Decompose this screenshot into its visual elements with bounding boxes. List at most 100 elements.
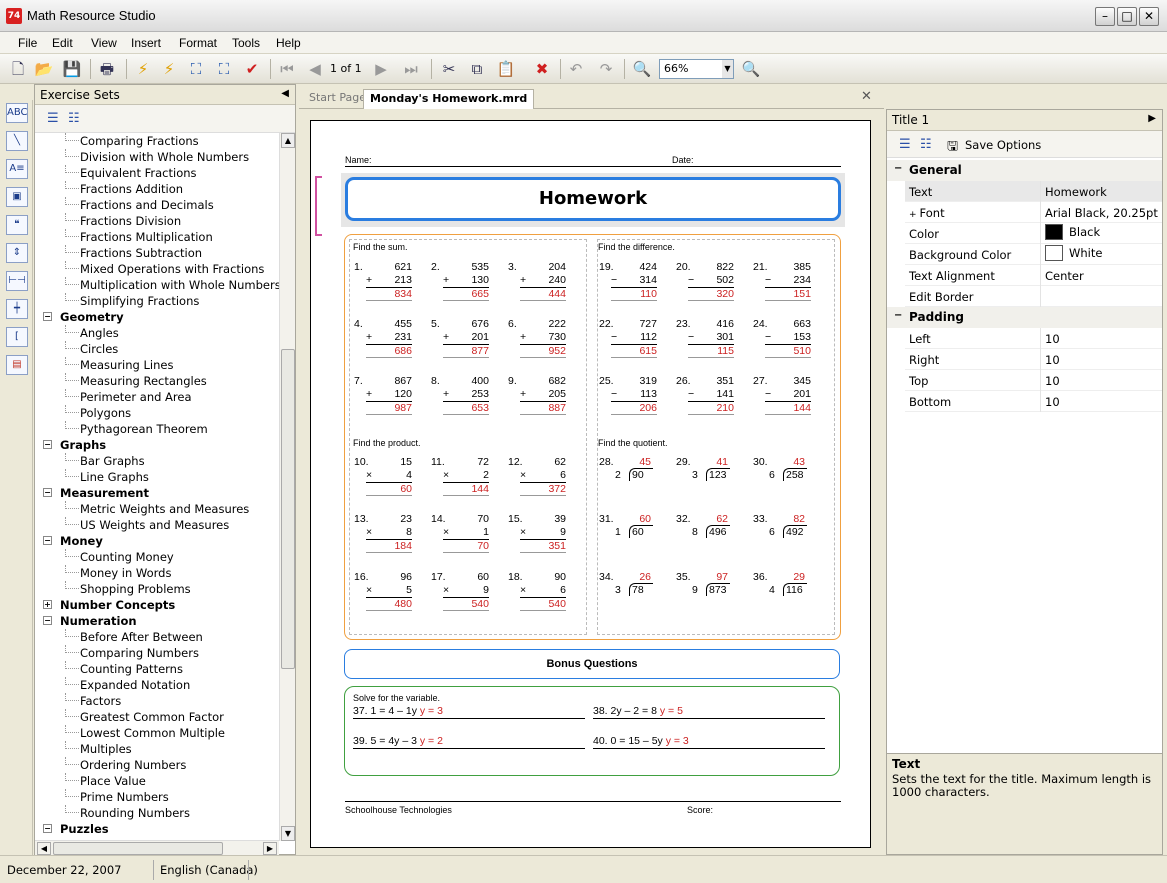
selection-bracket: [315, 176, 322, 236]
insert-text-icon[interactable]: ABC: [6, 103, 28, 123]
property-row[interactable]: Right 10: [905, 349, 1162, 370]
insert-table-icon[interactable]: ▤: [6, 355, 28, 375]
tree-horizontal-scrollbar[interactable]: ◀ ▶: [35, 840, 279, 855]
page-counter: 1 of 1: [330, 62, 362, 75]
minimize-button[interactable]: –: [1095, 7, 1115, 26]
panel-header: Exercise Sets ◀: [35, 85, 295, 105]
collapse-node-icon[interactable]: −: [43, 536, 52, 545]
collapse-node-icon[interactable]: −: [43, 312, 52, 321]
insert-line-icon[interactable]: ╲: [6, 131, 28, 151]
general-section[interactable]: − General: [887, 160, 1162, 181]
new-document-icon[interactable]: 🗋: [7, 59, 29, 79]
collapse-all-icon[interactable]: ☷: [68, 111, 80, 126]
collapse-panel-icon[interactable]: ◀: [281, 88, 289, 99]
shuffle-icon[interactable]: ⛶: [185, 59, 207, 79]
collapse-node-icon[interactable]: −: [43, 616, 52, 625]
first-page-icon[interactable]: ⏮: [276, 59, 298, 79]
close-tab-icon[interactable]: ✕: [861, 89, 872, 104]
menu-view[interactable]: View: [91, 36, 117, 50]
insert-paragraph-icon[interactable]: A≡: [6, 159, 28, 179]
redo-icon[interactable]: ↷: [595, 59, 617, 79]
alphabetical-icon[interactable]: ☷: [920, 137, 932, 152]
insert-divider-icon[interactable]: ⊢⊣: [6, 271, 28, 291]
footer-company: Schoolhouse Technologies: [345, 805, 452, 815]
equation-problem: 39. 5 = 4y – 3 y = 2: [353, 735, 585, 749]
collapse-node-icon[interactable]: −: [43, 440, 52, 449]
delete-icon[interactable]: ✖: [531, 59, 553, 79]
last-page-icon[interactable]: ⏭: [400, 59, 422, 79]
zoom-in-icon[interactable]: 🔍: [740, 59, 762, 79]
property-row[interactable]: Text Homework: [905, 181, 1162, 202]
tree-vertical-scrollbar[interactable]: ▲ ▼: [279, 133, 295, 841]
insert-bracket-icon[interactable]: [: [6, 327, 28, 347]
arithmetic-problem: 25. 319−113 206: [599, 375, 657, 415]
expand-panel-icon[interactable]: ▶: [1148, 113, 1156, 124]
menu-file[interactable]: File: [18, 36, 37, 50]
worksheet-title[interactable]: Homework: [345, 177, 841, 221]
exercise-sets-panel: Exercise Sets ◀ ☰ ☷ Comparing Fractions D…: [34, 84, 296, 855]
insert-spacer-icon[interactable]: ⇕: [6, 243, 28, 263]
menu-tools[interactable]: Tools: [232, 36, 260, 50]
collapse-node-icon[interactable]: −: [43, 488, 52, 497]
menu-help[interactable]: Help: [276, 36, 301, 50]
exercise-tree: Comparing Fractions Division with Whole N…: [43, 133, 279, 836]
print-icon[interactable]: 🖶: [96, 59, 118, 79]
tab-mondays-homework[interactable]: Monday's Homework.mrd: [363, 89, 535, 109]
next-page-icon[interactable]: ▶: [370, 59, 392, 79]
arithmetic-problem: 23. 416−301 115: [676, 318, 734, 358]
arithmetic-problem: 8. 400 +253 653: [431, 375, 489, 415]
color-swatch: [1045, 224, 1063, 240]
menu-edit[interactable]: Edit: [52, 36, 73, 50]
previous-page-icon[interactable]: ◀: [304, 59, 326, 79]
insert-quote-icon[interactable]: ❝: [6, 215, 28, 235]
arithmetic-problem: 16. 96 × 5 480: [354, 571, 412, 611]
padding-section[interactable]: − Padding: [887, 307, 1162, 328]
open-folder-icon[interactable]: 📂: [33, 59, 55, 79]
answer-key-check-icon[interactable]: ✔: [241, 59, 263, 79]
insert-ruler-icon[interactable]: ┿: [6, 299, 28, 319]
generate-all-icon[interactable]: ⚡: [158, 59, 180, 79]
bonus-title[interactable]: Bonus Questions: [344, 649, 840, 679]
expand-node-icon[interactable]: +: [43, 600, 52, 609]
save-icon[interactable]: 💾: [61, 59, 83, 79]
copy-icon[interactable]: ⧉: [466, 59, 488, 79]
save-options-icon[interactable]: 🖫: [947, 137, 958, 159]
arithmetic-problem: 7. 867 +120 987: [354, 375, 412, 415]
scroll-thumb[interactable]: [53, 842, 223, 855]
property-row[interactable]: Text Alignment Center: [905, 265, 1162, 286]
zoom-out-icon[interactable]: 🔍: [631, 59, 653, 79]
close-button[interactable]: ✕: [1139, 7, 1159, 26]
collapse-node-icon[interactable]: −: [43, 824, 52, 833]
expand-all-icon[interactable]: ☰: [47, 111, 59, 126]
cut-icon[interactable]: ✂: [438, 59, 460, 79]
property-row[interactable]: Color Black: [905, 223, 1162, 244]
generate-icon[interactable]: ⚡: [132, 59, 154, 79]
arithmetic-problem: 27. 345−201 144: [753, 375, 811, 415]
arithmetic-problem: 18. 90 × 6 540: [508, 571, 566, 611]
paste-icon[interactable]: 📋: [495, 59, 517, 79]
arithmetic-problem: 12. 62 × 6 372: [508, 456, 566, 496]
property-row[interactable]: Left 10: [905, 328, 1162, 349]
categorized-icon[interactable]: ☰: [899, 137, 911, 152]
property-row[interactable]: Background Color White: [905, 244, 1162, 265]
shuffle-all-icon[interactable]: ⛶: [213, 59, 235, 79]
property-row[interactable]: + Font Arial Black, 20.25pt: [905, 202, 1162, 223]
arithmetic-problem: 11. 72 × 2 144: [431, 456, 489, 496]
insert-image-icon[interactable]: ▣: [6, 187, 28, 207]
chevron-down-icon[interactable]: ▼: [722, 60, 733, 78]
maximize-button[interactable]: □: [1117, 7, 1137, 26]
property-row[interactable]: Edit Border: [905, 286, 1162, 307]
property-help: Text Sets the text for the title. Maximu…: [886, 753, 1163, 855]
property-row[interactable]: Top 10: [905, 370, 1162, 391]
sum-instructions: Find the sum.: [353, 242, 408, 252]
properties-header: Title 1 ▶: [887, 110, 1162, 131]
menu-insert[interactable]: Insert: [131, 36, 161, 50]
scroll-thumb[interactable]: [281, 349, 295, 669]
division-problem: 28. 45 2 90: [599, 456, 653, 481]
tab-start-page[interactable]: Start Page: [303, 89, 372, 109]
arithmetic-problem: 19. 424−314 110: [599, 261, 657, 301]
undo-icon[interactable]: ↶: [565, 59, 587, 79]
save-options-button[interactable]: Save Options: [965, 138, 1041, 152]
menu-format[interactable]: Format: [179, 36, 217, 50]
property-row[interactable]: Bottom 10: [905, 391, 1162, 412]
